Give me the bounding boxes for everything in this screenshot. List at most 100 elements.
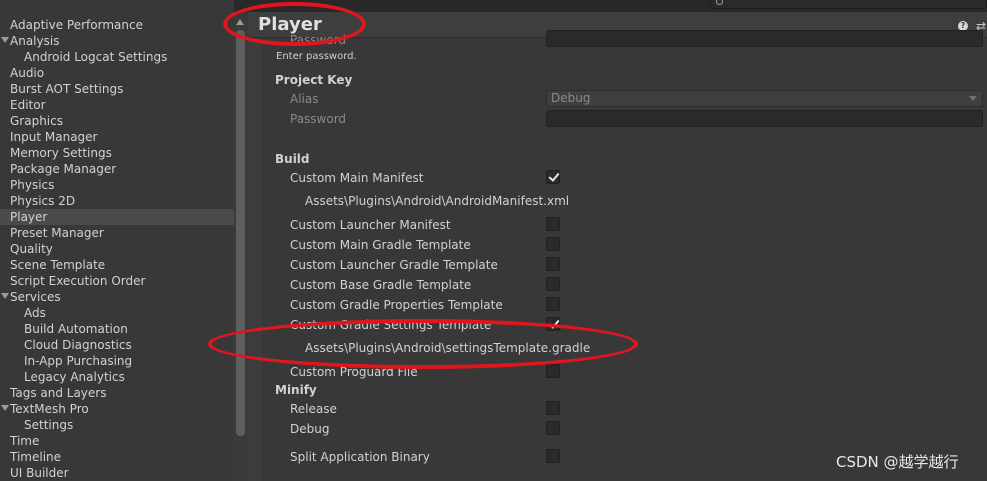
custom-base-gradle-label: Custom Base Gradle Template bbox=[290, 278, 472, 292]
sidebar-item[interactable]: Build Automation bbox=[0, 321, 234, 337]
sidebar-item-label: Settings bbox=[24, 418, 74, 432]
sidebar-item[interactable]: Timeline bbox=[0, 449, 234, 465]
sidebar-item-label: Android Logcat Settings bbox=[24, 50, 168, 64]
sidebar-item[interactable]: Tags and Layers bbox=[0, 385, 234, 401]
sidebar-item-label: Audio bbox=[10, 66, 45, 80]
sidebar-item[interactable]: Android Logcat Settings bbox=[0, 49, 234, 65]
sidebar-item-label: Preset Manager bbox=[10, 226, 104, 240]
sidebar-item-label: Graphics bbox=[10, 114, 63, 128]
custom-main-gradle-label: Custom Main Gradle Template bbox=[290, 238, 471, 252]
sidebar-item-label: Editor bbox=[10, 98, 46, 112]
custom-main-manifest-label: Custom Main Manifest bbox=[290, 171, 424, 185]
keystore-password-label: Password bbox=[290, 33, 347, 47]
sidebar-item-label: Time bbox=[10, 434, 40, 448]
custom-gradle-settings-checkbox[interactable] bbox=[546, 317, 560, 331]
sidebar-item-label: Adaptive Performance bbox=[10, 18, 143, 32]
alias-label: Alias bbox=[290, 92, 319, 106]
sidebar-item-label: Player bbox=[10, 210, 48, 224]
sidebar-item[interactable]: Preset Manager bbox=[0, 225, 234, 241]
custom-gradle-properties-checkbox[interactable] bbox=[546, 297, 560, 311]
custom-base-gradle-checkbox[interactable] bbox=[546, 277, 560, 291]
custom-proguard-checkbox[interactable] bbox=[546, 364, 560, 378]
split-binary-checkbox[interactable] bbox=[546, 449, 560, 463]
sidebar-item[interactable]: Script Execution Order bbox=[0, 273, 234, 289]
sidebar-item[interactable]: Legacy Analytics bbox=[0, 369, 234, 385]
watermark: CSDN @越学越行 bbox=[836, 453, 959, 471]
sidebar-item[interactable]: Input Manager bbox=[0, 129, 234, 145]
sidebar-item[interactable]: Quality bbox=[0, 241, 234, 257]
sidebar-item[interactable]: Package Manager bbox=[0, 161, 234, 177]
sidebar-item[interactable]: TextMesh Pro bbox=[0, 401, 234, 417]
sidebar-item-label: Input Manager bbox=[10, 130, 98, 144]
sidebar-item[interactable]: Services bbox=[0, 289, 234, 305]
custom-launcher-gradle-label: Custom Launcher Gradle Template bbox=[290, 258, 498, 272]
custom-launcher-manifest-checkbox[interactable] bbox=[546, 217, 560, 231]
custom-gradle-properties-label: Custom Gradle Properties Template bbox=[290, 298, 503, 312]
minify-debug-checkbox[interactable] bbox=[546, 421, 560, 435]
foldout-arrow-icon[interactable] bbox=[1, 293, 9, 299]
sidebar-item-label: TextMesh Pro bbox=[10, 402, 89, 416]
sidebar-item[interactable]: Adaptive Performance bbox=[0, 17, 234, 33]
sidebar-item[interactable]: Analysis bbox=[0, 33, 234, 49]
sidebar-item-label: Script Execution Order bbox=[10, 274, 146, 288]
keystore-password-hint: Enter password. bbox=[276, 51, 357, 62]
key-password-field[interactable] bbox=[546, 110, 983, 127]
sidebar-item[interactable]: Editor bbox=[0, 97, 234, 113]
minify-debug-label: Debug bbox=[290, 422, 330, 436]
custom-gradle-settings-path: Assets\Plugins\Android\settingsTemplate.… bbox=[305, 341, 591, 355]
custom-main-gradle-checkbox[interactable] bbox=[546, 237, 560, 251]
sidebar-item[interactable]: Audio bbox=[0, 65, 234, 81]
search-input[interactable] bbox=[710, 0, 987, 9]
sidebar-item-label: Cloud Diagnostics bbox=[24, 338, 132, 352]
sidebar-item[interactable]: Memory Settings bbox=[0, 145, 234, 161]
key-password-label: Password bbox=[290, 112, 347, 126]
chevron-down-icon bbox=[969, 96, 977, 101]
custom-main-manifest-path: Assets\Plugins\Android\AndroidManifest.x… bbox=[305, 194, 570, 208]
sidebar-item-label: Package Manager bbox=[10, 162, 117, 176]
custom-main-manifest-checkbox[interactable] bbox=[546, 170, 560, 184]
project-key-heading: Project Key bbox=[275, 73, 353, 87]
sidebar-scrollbar-thumb[interactable] bbox=[236, 30, 245, 436]
sidebar-item[interactable]: Scene Template bbox=[0, 257, 234, 273]
scroll-up-arrow-icon[interactable] bbox=[236, 19, 244, 25]
sidebar-item[interactable]: UI Builder bbox=[0, 465, 234, 481]
foldout-arrow-icon[interactable] bbox=[1, 37, 9, 43]
settings-sidebar: Adaptive Performance Analysis Android Logc… bbox=[0, 0, 234, 481]
sidebar-item[interactable]: In-App Purchasing bbox=[0, 353, 234, 369]
sidebar-item-label: Burst AOT Settings bbox=[10, 82, 124, 96]
sidebar-item[interactable]: Physics 2D bbox=[0, 193, 234, 209]
sidebar-item[interactable]: Cloud Diagnostics bbox=[0, 337, 234, 353]
sidebar-item-label: Analysis bbox=[10, 34, 60, 48]
sidebar-item-label: Build Automation bbox=[24, 322, 128, 336]
split-binary-label: Split Application Binary bbox=[290, 450, 430, 464]
sidebar-item[interactable]: Player bbox=[0, 209, 234, 225]
sidebar-item[interactable]: Ads bbox=[0, 305, 234, 321]
sidebar-item-label: Physics 2D bbox=[10, 194, 76, 208]
sidebar-item-label: In-App Purchasing bbox=[24, 354, 133, 368]
sidebar-item[interactable]: Physics bbox=[0, 177, 234, 193]
sidebar-item[interactable]: Time bbox=[0, 433, 234, 449]
sidebar-item-label: Services bbox=[10, 290, 61, 304]
alias-value: Debug bbox=[551, 91, 591, 105]
minify-release-label: Release bbox=[290, 402, 337, 416]
sidebar-item-label: Scene Template bbox=[10, 258, 106, 272]
keystore-password-field[interactable] bbox=[546, 30, 983, 47]
sidebar-item[interactable]: Settings bbox=[0, 417, 234, 433]
custom-proguard-label: Custom Proguard File bbox=[290, 365, 418, 379]
custom-launcher-manifest-label: Custom Launcher Manifest bbox=[290, 218, 451, 232]
sidebar-item-label: Memory Settings bbox=[10, 146, 112, 160]
build-heading: Build bbox=[275, 152, 310, 166]
sidebar-item[interactable]: Graphics bbox=[0, 113, 234, 129]
sidebar-item-label: Ads bbox=[24, 306, 46, 320]
sidebar-item[interactable]: Burst AOT Settings bbox=[0, 81, 234, 97]
minify-release-checkbox[interactable] bbox=[546, 401, 560, 415]
sidebar-item-label: Timeline bbox=[10, 450, 62, 464]
sidebar-item-label: Quality bbox=[10, 242, 53, 256]
custom-launcher-gradle-checkbox[interactable] bbox=[546, 257, 560, 271]
foldout-arrow-icon[interactable] bbox=[1, 405, 9, 411]
minify-heading: Minify bbox=[275, 383, 317, 397]
custom-gradle-settings-label: Custom Gradle Settings Template bbox=[290, 318, 492, 332]
sidebar-item-label: Tags and Layers bbox=[10, 386, 107, 400]
sidebar-item-label: Physics bbox=[10, 178, 55, 192]
alias-dropdown[interactable]: Debug bbox=[546, 90, 983, 107]
